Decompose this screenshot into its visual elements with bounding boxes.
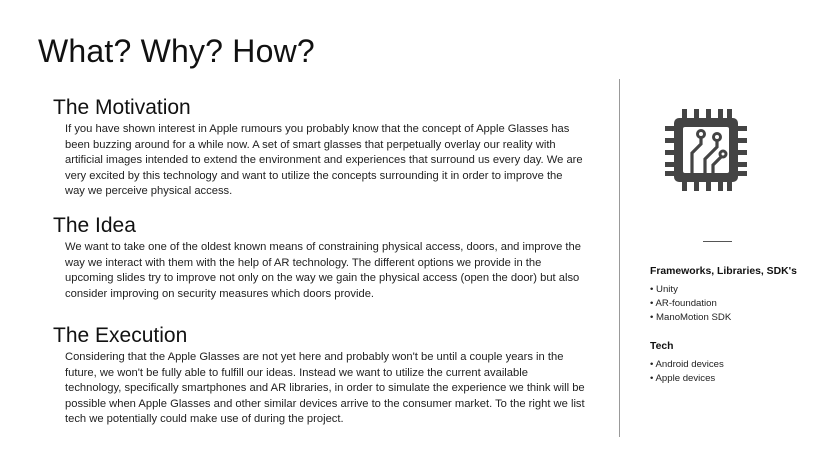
vertical-divider (619, 79, 620, 437)
section-idea: The Idea We want to take one of the olde… (53, 214, 593, 302)
section-body-execution: Considering that the Apple Glasses are n… (65, 351, 585, 426)
sidebar-rule (703, 241, 732, 242)
frameworks-heading: Frameworks, Libraries, SDK's (650, 266, 797, 277)
section-motivation: The Motivation If you have shown interes… (53, 96, 593, 200)
slide-title: What? Why? How? (38, 33, 315, 69)
list-item: ManoMotion SDK (650, 311, 820, 325)
section-heading-idea: The Idea (53, 214, 136, 237)
tech-heading: Tech (650, 341, 674, 352)
section-heading-motivation: The Motivation (53, 96, 191, 119)
section-heading-execution: The Execution (53, 324, 188, 347)
section-body-idea: We want to take one of the oldest known … (65, 241, 581, 300)
circuit-chip-icon (665, 109, 747, 191)
section-execution: The Execution Considering that the Apple… (53, 324, 593, 428)
list-item: Apple devices (650, 372, 820, 386)
section-body-motivation: If you have shown interest in Apple rumo… (65, 123, 583, 198)
tech-list: Tech Android devices Apple devices (650, 340, 820, 386)
list-item: Android devices (650, 358, 820, 372)
list-item: Unity (650, 283, 820, 297)
frameworks-list: Frameworks, Libraries, SDK's Unity AR-fo… (650, 265, 820, 325)
list-item: AR-foundation (650, 297, 820, 311)
